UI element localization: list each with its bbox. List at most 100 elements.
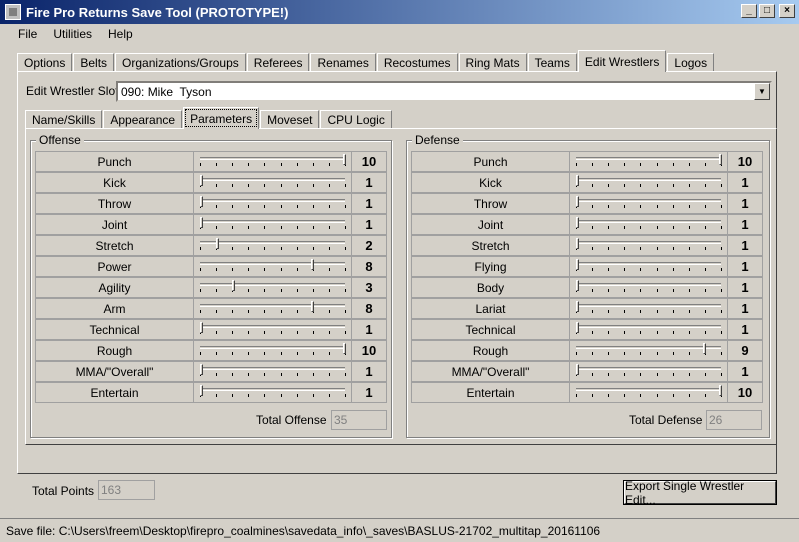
tab-ring-mats[interactable]: Ring Mats — [458, 53, 527, 72]
slider-tick — [313, 205, 314, 208]
tab-edit-wrestlers[interactable]: Edit Wrestlers — [577, 50, 667, 72]
title-bar: Fire Pro Returns Save Tool (PROTOTYPE!) … — [0, 0, 799, 24]
param-label: MMA/"Overall" — [412, 362, 570, 381]
subtab-parameters[interactable]: Parameters — [183, 107, 260, 129]
slider-tick — [248, 247, 249, 250]
tab-options[interactable]: Options — [17, 53, 73, 72]
slider-tick — [673, 226, 674, 229]
slider-thumb[interactable] — [576, 301, 579, 312]
export-wrestler-button[interactable]: Export Single Wrestler Edit... — [624, 479, 776, 507]
slider-thumb[interactable] — [311, 259, 314, 270]
param-slider[interactable] — [570, 278, 728, 297]
subtab-name-skills[interactable]: Name/Skills — [25, 110, 103, 129]
slider-thumb[interactable] — [200, 364, 203, 375]
slider-thumb[interactable] — [200, 385, 203, 396]
param-slider[interactable] — [194, 383, 352, 402]
slider-thumb[interactable] — [343, 154, 346, 165]
menu-help[interactable]: Help — [100, 27, 141, 41]
param-slider[interactable] — [570, 152, 728, 171]
slider-tick — [297, 268, 298, 271]
subtab-cpu-logic[interactable]: CPU Logic — [320, 110, 392, 129]
slider-tick — [216, 289, 217, 292]
param-slider[interactable] — [194, 215, 352, 234]
slider-thumb[interactable] — [576, 217, 579, 228]
slider-thumb[interactable] — [719, 385, 722, 396]
slider-thumb[interactable] — [200, 322, 203, 333]
param-slider[interactable] — [194, 152, 352, 171]
slider-thumb[interactable] — [576, 196, 579, 207]
slider-tick — [624, 205, 625, 208]
tab-belts[interactable]: Belts — [73, 53, 115, 72]
slider-thumb[interactable] — [576, 322, 579, 333]
param-slider[interactable] — [194, 341, 352, 360]
slider-thumb[interactable] — [216, 238, 219, 249]
chevron-down-icon[interactable]: ▼ — [754, 83, 770, 100]
param-slider[interactable] — [570, 257, 728, 276]
slider-thumb[interactable] — [576, 280, 579, 291]
param-slider[interactable] — [194, 299, 352, 318]
param-row: Lariat 1 — [411, 298, 763, 319]
slider-thumb[interactable] — [576, 175, 579, 186]
tab-logos[interactable]: Logos — [667, 53, 715, 72]
menu-file[interactable]: File — [10, 27, 45, 41]
slider-thumb[interactable] — [311, 301, 314, 312]
slider-tick — [673, 268, 674, 271]
tab-organizations-groups[interactable]: Organizations/Groups — [115, 53, 246, 72]
slider-thumb[interactable] — [200, 196, 203, 207]
slider-tick — [232, 310, 233, 313]
param-slider[interactable] — [570, 173, 728, 192]
slider-tick — [345, 394, 346, 397]
param-slider[interactable] — [570, 299, 728, 318]
subtab-appearance[interactable]: Appearance — [103, 110, 183, 129]
slider-tick — [281, 247, 282, 250]
main-tab-strip: Options Belts Organizations/Groups Referees… — [17, 50, 715, 72]
param-slider[interactable] — [570, 194, 728, 213]
param-slider[interactable] — [194, 257, 352, 276]
slider-tick — [721, 289, 722, 292]
slider-tick — [673, 163, 674, 166]
maximize-button[interactable]: □ — [759, 4, 775, 18]
slider-tick — [657, 289, 658, 292]
menu-utilities[interactable]: Utilities — [45, 27, 100, 41]
param-slider[interactable] — [194, 236, 352, 255]
slider-thumb[interactable] — [719, 154, 722, 165]
slider-thumb[interactable] — [343, 343, 346, 354]
slider-tick — [657, 163, 658, 166]
slider-thumb[interactable] — [232, 280, 235, 291]
minimize-button[interactable]: _ — [741, 4, 757, 18]
wrestler-slot-dropdown[interactable]: 090: Mike Tyson ▼ — [116, 81, 772, 102]
close-button[interactable]: × — [779, 4, 795, 18]
slider-thumb[interactable] — [576, 364, 579, 375]
param-slider[interactable] — [194, 320, 352, 339]
param-slider[interactable] — [194, 278, 352, 297]
slider-thumb[interactable] — [576, 259, 579, 270]
param-slider[interactable] — [570, 236, 728, 255]
slider-track — [576, 304, 721, 307]
slider-tick — [200, 268, 201, 271]
param-slider[interactable] — [194, 194, 352, 213]
slider-tick — [329, 373, 330, 376]
param-slider[interactable] — [570, 215, 728, 234]
param-slider[interactable] — [194, 362, 352, 381]
param-slider[interactable] — [570, 320, 728, 339]
param-slider[interactable] — [570, 341, 728, 360]
slider-thumb[interactable] — [200, 175, 203, 186]
tab-recostumes[interactable]: Recostumes — [376, 53, 458, 72]
param-slider[interactable] — [570, 383, 728, 402]
tab-referees[interactable]: Referees — [246, 53, 310, 72]
param-slider[interactable] — [570, 362, 728, 381]
slider-track — [200, 157, 345, 160]
wrestler-slot-value: 090: Mike Tyson — [121, 84, 212, 99]
param-slider[interactable] — [194, 173, 352, 192]
slider-tick — [200, 163, 201, 166]
subtab-moveset[interactable]: Moveset — [260, 110, 320, 129]
tab-renames[interactable]: Renames — [310, 53, 376, 72]
param-label: Stretch — [36, 236, 194, 255]
tab-teams[interactable]: Teams — [527, 53, 577, 72]
slider-thumb[interactable] — [703, 343, 706, 354]
slider-thumb[interactable] — [576, 238, 579, 249]
slider-tick — [297, 310, 298, 313]
slider-tick — [640, 268, 641, 271]
slider-track — [200, 304, 345, 307]
slider-thumb[interactable] — [200, 217, 203, 228]
